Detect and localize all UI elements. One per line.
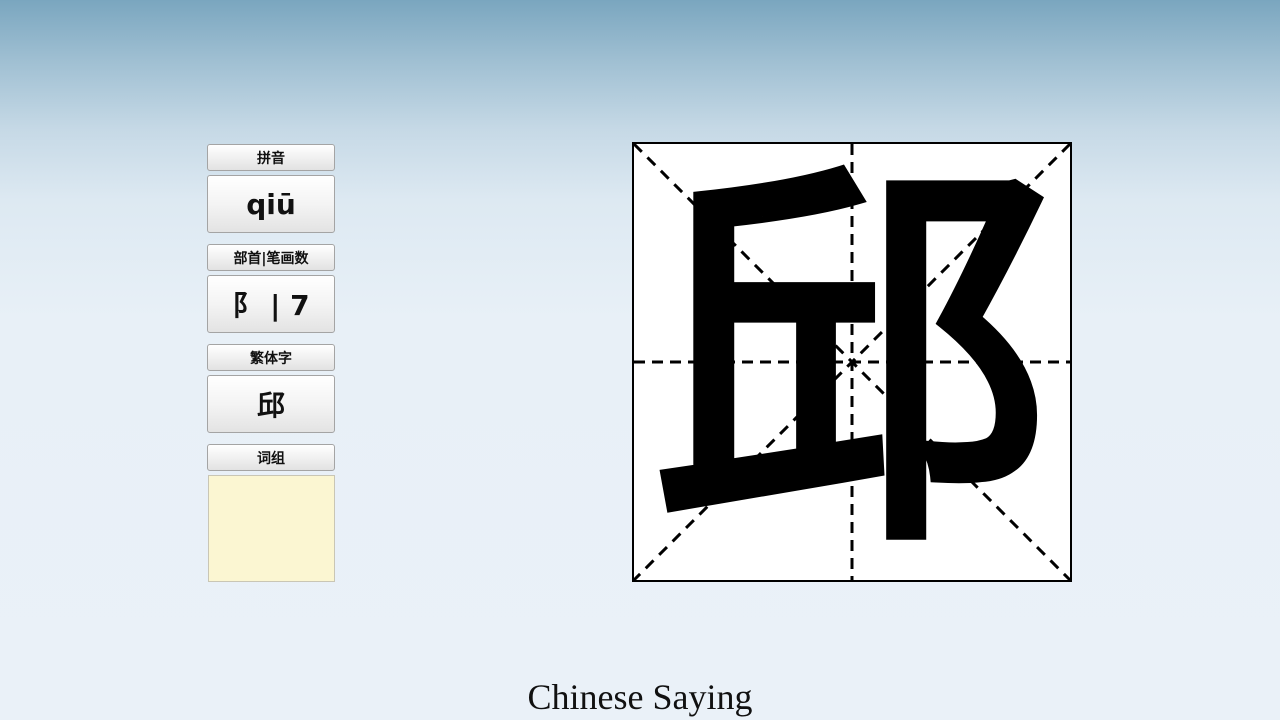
character-grid-svg: 邱: [632, 142, 1072, 582]
words-label-button[interactable]: 词组: [207, 444, 335, 471]
traditional-label-button[interactable]: 繁体字: [207, 344, 335, 371]
character-grid: 邱: [632, 142, 1072, 582]
radical-strokes-value: 阝 | 7: [232, 289, 310, 322]
character-glyph: 邱: [652, 142, 1052, 582]
pinyin-label: 拼音: [257, 150, 285, 167]
radical-strokes-label: 部首|笔画数: [233, 250, 309, 267]
traditional-value: 邱: [256, 389, 285, 422]
footer-title: Chinese Saying: [527, 677, 753, 717]
words-box: [208, 475, 335, 582]
traditional-value-box: 邱: [207, 375, 335, 433]
radical-strokes-value-box: 阝 | 7: [207, 275, 335, 333]
words-label: 词组: [257, 450, 285, 467]
pinyin-value: qiū: [246, 187, 296, 221]
traditional-label: 繁体字: [250, 350, 292, 367]
pinyin-value-box: qiū: [207, 175, 335, 233]
pinyin-label-button[interactable]: 拼音: [207, 144, 335, 171]
radical-strokes-label-button[interactable]: 部首|笔画数: [207, 244, 335, 271]
